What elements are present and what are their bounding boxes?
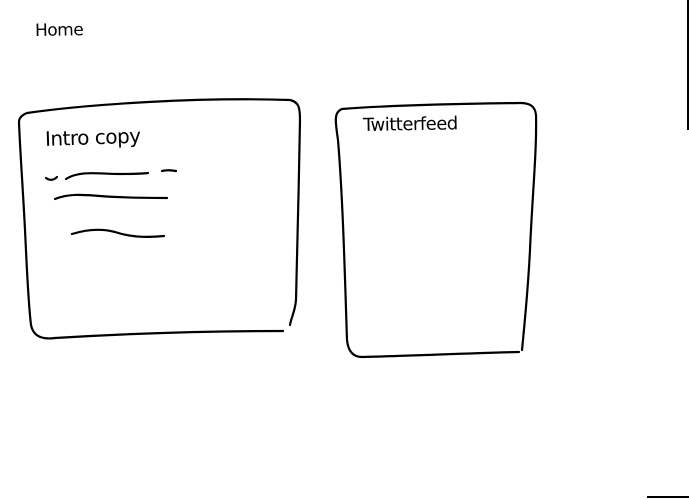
intro-panel-title: Intro copy [44,123,141,151]
intro-text-line-2 [64,171,150,181]
intro-text-line-1 [44,175,59,181]
intro-text-line-4 [53,193,169,201]
twitter-panel-title: Twitterfeed [362,113,458,136]
scrollbar-foot [647,496,689,498]
wireframe-sketch: Home Intro copy Twitterfeed [0,0,689,500]
sketch-drawing [17,98,538,359]
intro-text-line-5 [70,228,166,239]
intro-text-line-3 [160,169,178,173]
twitter-panel-border [334,101,538,359]
